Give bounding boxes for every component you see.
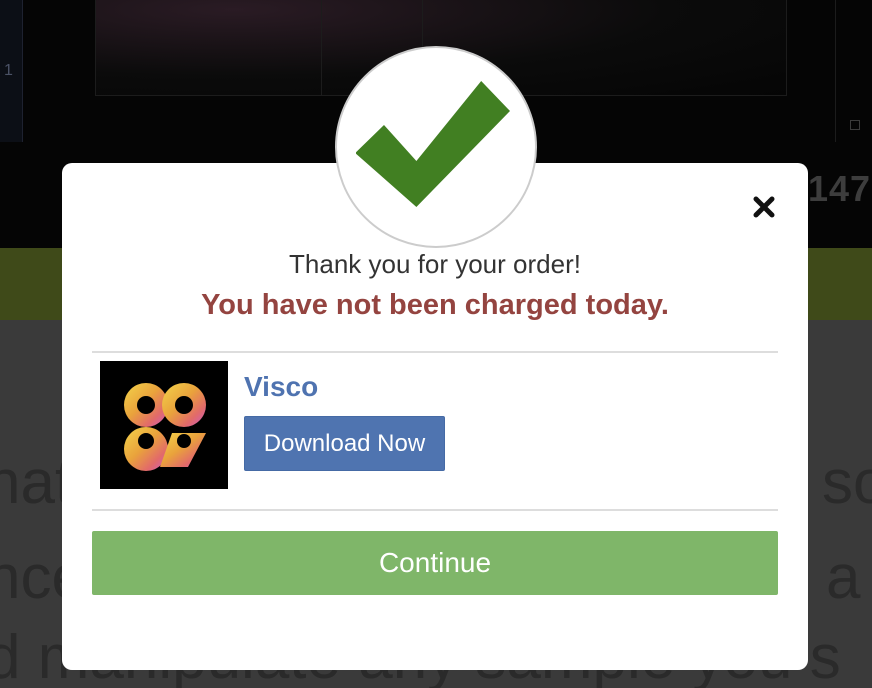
order-success-badge (335, 46, 537, 248)
divider (92, 509, 778, 511)
charge-notice: You have not been charged today. (201, 289, 669, 321)
background-side-mark: 1 (4, 62, 13, 79)
background-side-panel: 1 (0, 0, 23, 142)
divider (92, 351, 778, 353)
background-counter: 147 (808, 168, 872, 209)
page: 1 147 nat nce d manipulate any sample yo… (0, 0, 872, 688)
product-name[interactable]: Visco (244, 371, 318, 403)
download-now-button[interactable]: Download Now (244, 416, 445, 471)
continue-button[interactable]: Continue (92, 531, 778, 595)
product-logo (100, 361, 228, 489)
checkmark-icon (356, 81, 511, 207)
product-row: Visco Download Now (100, 361, 778, 489)
close-button[interactable] (750, 193, 778, 221)
background-text-fragment: so (822, 448, 872, 517)
background-right-panel (835, 0, 872, 142)
background-node-icon (850, 120, 860, 130)
visco-app-logo (124, 383, 206, 471)
thank-you-message: Thank you for your order! (289, 249, 581, 279)
close-icon (753, 196, 775, 218)
background-text-fragment: a (826, 543, 861, 612)
